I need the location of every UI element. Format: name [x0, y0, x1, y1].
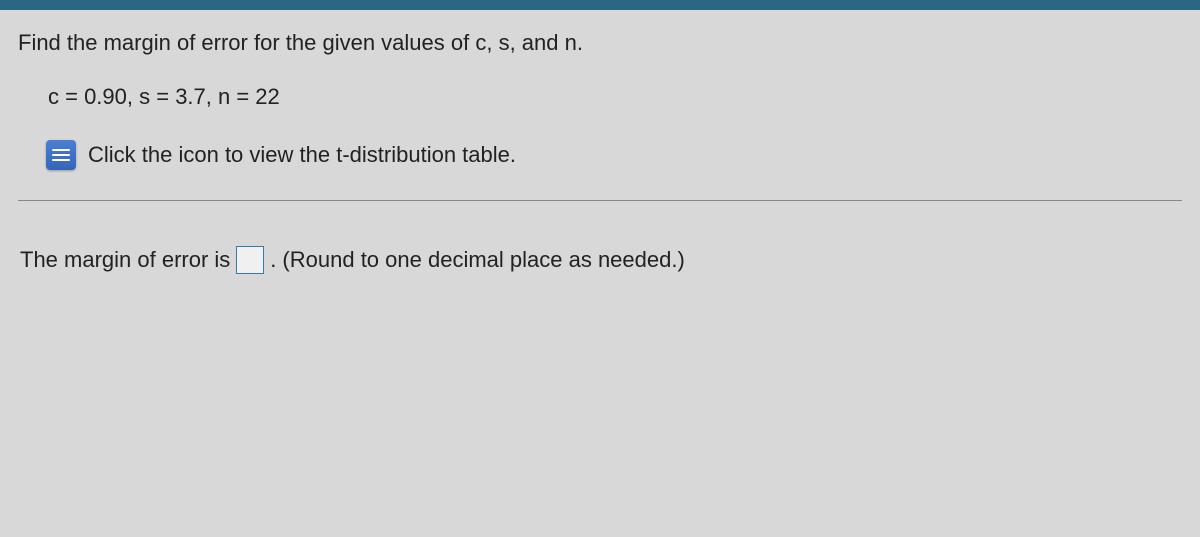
margin-of-error-input[interactable]	[236, 246, 264, 274]
window-top-bar	[0, 0, 1200, 10]
table-icon[interactable]	[46, 140, 76, 170]
answer-period: .	[270, 247, 276, 273]
answer-row: The margin of error is . (Round to one d…	[18, 246, 1182, 274]
answer-label-before: The margin of error is	[20, 247, 230, 273]
table-link-row: Click the icon to view the t-distributio…	[46, 140, 1182, 170]
rounding-hint: (Round to one decimal place as needed.)	[282, 247, 684, 273]
section-divider	[18, 200, 1182, 201]
table-link-text[interactable]: Click the icon to view the t-distributio…	[88, 142, 516, 168]
question-prompt: Find the margin of error for the given v…	[18, 30, 1182, 56]
question-content: Find the margin of error for the given v…	[0, 10, 1200, 274]
given-values: c = 0.90, s = 3.7, n = 22	[48, 84, 1182, 110]
